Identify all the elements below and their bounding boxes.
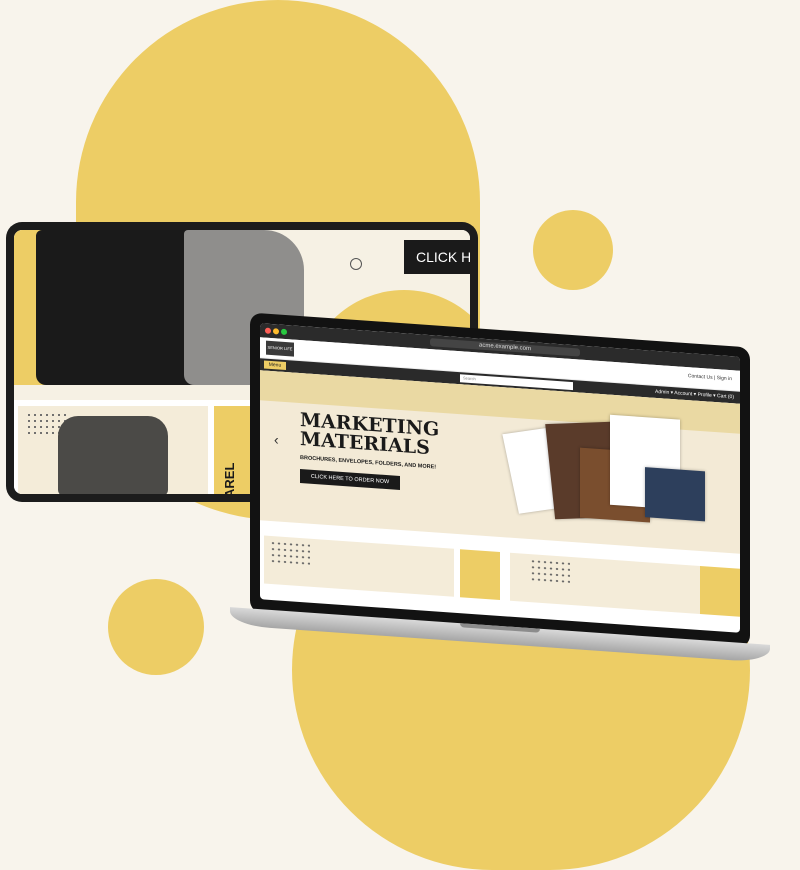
cards-accent bbox=[700, 565, 740, 617]
maximize-window-icon[interactable] bbox=[281, 328, 287, 336]
carousel-prev-icon[interactable]: ‹ bbox=[274, 431, 279, 447]
laptop-device: acme.example.com SENIOR LIFE Contact Us … bbox=[230, 312, 770, 663]
laptop-lid: acme.example.com SENIOR LIFE Contact Us … bbox=[250, 312, 750, 648]
polo-card[interactable] bbox=[18, 406, 208, 494]
order-now-button[interactable]: CLICK HERE TO ORDER NOW bbox=[300, 469, 400, 491]
apparel-card[interactable] bbox=[264, 535, 454, 597]
hero-title: MARKETING MATERIALS bbox=[300, 409, 440, 460]
laptop-screen: acme.example.com SENIOR LIFE Contact Us … bbox=[260, 323, 740, 633]
flyer-image bbox=[645, 467, 705, 522]
site-logo[interactable]: SENIOR LIFE bbox=[266, 340, 294, 357]
close-window-icon[interactable] bbox=[265, 327, 271, 334]
cards-card[interactable] bbox=[510, 552, 700, 614]
menu-button[interactable]: Menu bbox=[264, 360, 286, 371]
decorative-dot-right bbox=[533, 210, 613, 290]
minimize-window-icon[interactable] bbox=[273, 328, 279, 335]
dot-pattern bbox=[530, 558, 570, 585]
apparel-accent bbox=[460, 549, 500, 600]
hero-banner: ‹ MARKETING MATERIALS BROCHURES, ENVELOP… bbox=[260, 370, 740, 554]
polo-shirt-image bbox=[58, 416, 168, 494]
ring-decoration bbox=[350, 258, 362, 270]
header-links[interactable]: Contact Us | Sign in bbox=[688, 373, 732, 382]
decorative-dot-left bbox=[108, 579, 204, 675]
dot-pattern bbox=[270, 539, 310, 567]
tablet-cta-button[interactable]: CLICK HER bbox=[404, 240, 470, 274]
